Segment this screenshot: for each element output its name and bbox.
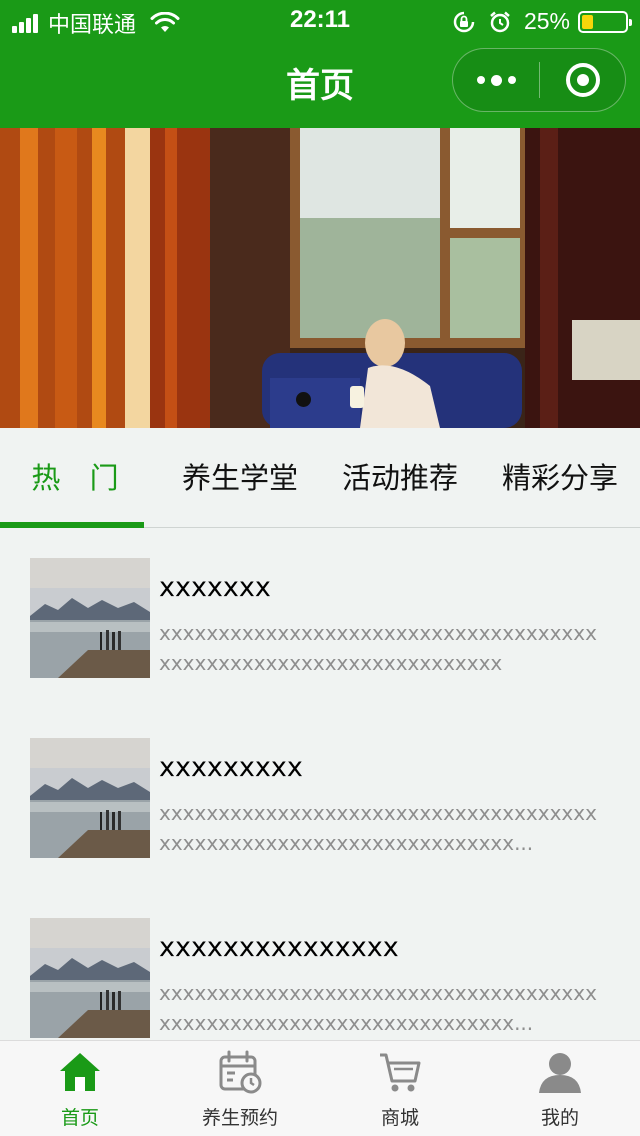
battery-percent: 25% (523, 8, 570, 34)
article-thumbnail (30, 918, 150, 1038)
tabbar-item-booking[interactable]: 养生预约 (160, 1041, 320, 1136)
home-icon (60, 1053, 100, 1091)
banner-image (0, 128, 640, 428)
carousel-dot[interactable] (321, 392, 336, 407)
tabbar-item-mall[interactable]: 商城 (320, 1041, 480, 1136)
list-item[interactable]: xxxxxxxxx xxxxxxxxxxxxxxxxxxxxxxxxxxxxxx… (30, 738, 610, 858)
tab-highlights-share[interactable]: 精彩分享 (480, 428, 640, 527)
article-title: xxxxxxxxx (159, 752, 303, 783)
article-title: xxxxxxxxxxxxxxx (159, 932, 399, 963)
article-description: xxxxxxxxxxxxxxxxxxxxxxxxxxxxxxxxxxxxxxxx… (159, 801, 597, 855)
list-item[interactable]: xxxxxxx xxxxxxxxxxxxxxxxxxxxxxxxxxxxxxxx… (30, 558, 610, 678)
article-thumbnail (30, 558, 150, 678)
tabbar-item-home[interactable]: 首页 (0, 1041, 160, 1136)
list-item[interactable]: xxxxxxxxxxxxxxx xxxxxxxxxxxxxxxxxxxxxxxx… (30, 918, 610, 1038)
tab-activity-recommend[interactable]: 活动推荐 (320, 428, 480, 527)
bottom-tab-bar: 首页 养生预约 商城 我的 (0, 1040, 640, 1136)
tabbar-label: 我的 (540, 1107, 579, 1129)
category-tabs: 热 门 养生学堂 活动推荐 精彩分享 (0, 428, 640, 528)
calendar-clock-icon (219, 1050, 262, 1094)
tab-health-school[interactable]: 养生学堂 (160, 428, 320, 527)
cart-icon (380, 1053, 421, 1092)
tab-hot[interactable]: 热 门 (0, 428, 160, 528)
alarm-icon (490, 11, 510, 32)
mini-program-capsule (452, 48, 626, 112)
rotation-lock-icon (453, 11, 475, 32)
article-list: xxxxxxx xxxxxxxxxxxxxxxxxxxxxxxxxxxxxxxx… (0, 528, 640, 1040)
tabbar-label: 首页 (60, 1107, 99, 1129)
target-icon (565, 63, 600, 97)
article-description: xxxxxxxxxxxxxxxxxxxxxxxxxxxxxxxxxxxxxxxx… (159, 621, 597, 675)
carousel-dot[interactable] (296, 392, 311, 407)
more-menu-button[interactable] (453, 49, 539, 111)
banner-carousel[interactable] (0, 128, 640, 428)
article-description: xxxxxxxxxxxxxxxxxxxxxxxxxxxxxxxxxxxxxxxx… (159, 981, 597, 1035)
tabbar-item-mine[interactable]: 我的 (480, 1041, 640, 1136)
tabbar-label: 商城 (380, 1107, 419, 1129)
carousel-indicators (296, 392, 346, 407)
status-bar: 中国联通 22:11 25% (0, 0, 640, 40)
navigation-bar: 首页 (0, 40, 640, 128)
close-mini-program-button[interactable] (540, 49, 625, 111)
tabbar-label: 养生预约 (201, 1107, 278, 1129)
user-icon (539, 1053, 581, 1093)
battery-icon (578, 10, 632, 33)
article-title: xxxxxxx (159, 572, 271, 603)
article-thumbnail (30, 738, 150, 858)
